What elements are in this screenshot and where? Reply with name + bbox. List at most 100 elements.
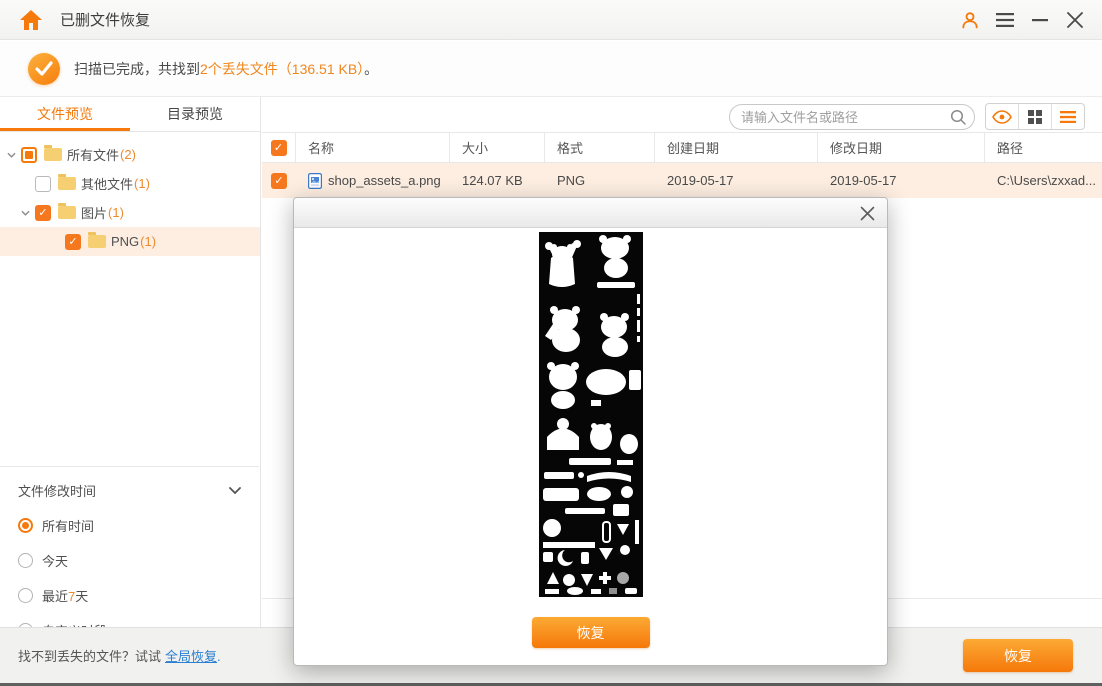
cell-name: shop_assets_a.png xyxy=(296,173,450,189)
tab-file-preview[interactable]: 文件预览 xyxy=(0,97,130,131)
scan-text-suffix: 。 xyxy=(364,61,378,77)
scan-status-banner: 扫描已完成，共找到2个丢失文件（136.51 KB）。 xyxy=(0,41,1102,97)
radio-label: 今天 xyxy=(42,551,68,570)
home-icon xyxy=(19,9,43,31)
folder-icon xyxy=(44,148,62,161)
checkbox-partial[interactable] xyxy=(21,147,37,163)
select-all-checkbox[interactable]: ✓ xyxy=(271,140,287,156)
check-circle-icon xyxy=(28,53,60,85)
table-row[interactable]: ✓ shop_assets_a.png 124.07 KB PNG 2019-0… xyxy=(262,163,1102,198)
dialog-recover-button[interactable]: 恢复 xyxy=(532,617,650,648)
row-checkbox[interactable]: ✓ xyxy=(271,173,287,189)
checkbox-unchecked[interactable] xyxy=(35,176,51,192)
search-icon xyxy=(949,108,967,126)
eye-icon xyxy=(992,110,1012,124)
radio-icon xyxy=(18,588,33,603)
grid-view-button[interactable] xyxy=(1019,104,1052,129)
scan-text-highlight: 2个丢失文件（136.51 KB） xyxy=(200,61,364,77)
account-button[interactable] xyxy=(959,9,981,31)
grid-view-icon xyxy=(1028,110,1042,124)
dialog-close-button[interactable] xyxy=(857,203,877,223)
col-path[interactable]: 路径 xyxy=(985,133,1102,162)
recover-button[interactable]: 恢复 xyxy=(963,639,1073,672)
minimize-button[interactable] xyxy=(1029,9,1051,31)
hint-text: 找不到丢失的文件？试试 xyxy=(18,649,161,664)
tree-label: 其他文件 xyxy=(81,174,133,193)
col-modified[interactable]: 修改日期 xyxy=(818,133,985,162)
radio-all-time[interactable]: 所有时间 xyxy=(18,516,241,535)
col-size[interactable]: 大小 xyxy=(450,133,545,162)
global-recovery-link[interactable]: 全局恢复 xyxy=(165,649,217,664)
tree-label: 图片 xyxy=(81,203,107,222)
table-header: ✓ 名称 大小 格式 创建日期 修改日期 路径 xyxy=(262,132,1102,163)
file-name: shop_assets_a.png xyxy=(328,173,441,188)
view-switcher xyxy=(985,103,1085,130)
global-recovery-hint: 找不到丢失的文件？试试全局恢复. xyxy=(18,646,221,665)
row-checkbox-cell: ✓ xyxy=(262,173,296,189)
col-name[interactable]: 名称 xyxy=(296,133,450,162)
radio-selected-icon xyxy=(18,518,33,533)
cell-format: PNG xyxy=(545,173,655,188)
file-table: ✓ 名称 大小 格式 创建日期 修改日期 路径 ✓ shop_assets xyxy=(262,132,1102,198)
tree-label: 所有文件 xyxy=(67,145,119,164)
scan-text-prefix: 扫描已完成，共找到 xyxy=(74,61,200,77)
tab-directory-preview[interactable]: 目录预览 xyxy=(130,97,260,131)
col-format[interactable]: 格式 xyxy=(545,133,655,162)
file-tree: 所有文件 (2) 其他文件 (1) ✓ 图片 (1) ✓ xyxy=(0,132,260,256)
cell-size: 124.07 KB xyxy=(450,173,545,188)
tree-item-other-files[interactable]: 其他文件 (1) xyxy=(0,169,260,198)
checkbox-checked[interactable]: ✓ xyxy=(65,234,81,250)
preview-dialog-header[interactable] xyxy=(294,198,887,228)
account-icon xyxy=(960,10,980,30)
checkbox-checked[interactable]: ✓ xyxy=(35,205,51,221)
sidebar-tabs: 文件预览 目录预览 xyxy=(0,97,260,132)
app-window: 已删文件恢复 xyxy=(0,0,1102,686)
close-icon xyxy=(1067,12,1083,28)
caret-down-icon[interactable] xyxy=(4,152,18,158)
radio-icon xyxy=(18,553,33,568)
tree-count: (2) xyxy=(120,147,136,162)
radio-label: 最近7天 xyxy=(42,586,88,605)
folder-icon xyxy=(88,235,106,248)
sidebar: 文件预览 目录预览 所有文件 (2) 其他文件 (1) xyxy=(0,97,261,627)
modified-time-filter: 文件修改时间 所有时间 今天 最近7天 自定义时段 xyxy=(0,466,259,640)
radio-last-7-days[interactable]: 最近7天 xyxy=(18,586,241,605)
tree-item-all-files[interactable]: 所有文件 (2) xyxy=(0,140,260,169)
folder-icon xyxy=(58,177,76,190)
title-bar: 已删文件恢复 xyxy=(0,0,1102,40)
cell-modified: 2019-05-17 xyxy=(818,173,985,188)
search-input[interactable] xyxy=(729,104,975,130)
select-all-cell: ✓ xyxy=(262,133,296,162)
filter-header[interactable]: 文件修改时间 xyxy=(18,481,241,500)
cell-created: 2019-05-17 xyxy=(655,173,818,188)
page-title: 已删文件恢复 xyxy=(60,9,150,30)
list-view-icon xyxy=(1060,111,1076,123)
close-icon xyxy=(860,206,875,221)
home-button[interactable] xyxy=(18,8,44,32)
list-view-button[interactable] xyxy=(1052,104,1084,129)
close-window-button[interactable] xyxy=(1064,9,1086,31)
chevron-down-icon xyxy=(229,487,241,494)
search-box xyxy=(729,104,975,130)
menu-button[interactable] xyxy=(994,9,1016,31)
col-created[interactable]: 创建日期 xyxy=(655,133,818,162)
filter-title: 文件修改时间 xyxy=(18,481,96,500)
scan-status-text: 扫描已完成，共找到2个丢失文件（136.51 KB）。 xyxy=(74,59,378,79)
hint-suffix: . xyxy=(217,649,221,664)
tree-count: (1) xyxy=(134,176,150,191)
preview-dialog: 恢复 xyxy=(293,197,888,666)
minimize-icon xyxy=(1032,13,1048,27)
radio-today[interactable]: 今天 xyxy=(18,551,241,570)
tree-count: (1) xyxy=(140,234,156,249)
cell-path: C:\Users\zxxad... xyxy=(985,173,1102,188)
tree-item-pictures[interactable]: ✓ 图片 (1) xyxy=(0,198,260,227)
folder-icon xyxy=(58,206,76,219)
tree-item-png[interactable]: ✓ PNG (1) xyxy=(0,227,260,256)
window-controls xyxy=(959,9,1102,31)
preview-toggle-button[interactable] xyxy=(986,104,1019,129)
caret-down-icon[interactable] xyxy=(18,210,32,216)
preview-image xyxy=(539,232,643,597)
tree-label: PNG xyxy=(111,234,139,249)
menu-icon xyxy=(996,13,1014,27)
image-file-icon xyxy=(308,173,322,189)
